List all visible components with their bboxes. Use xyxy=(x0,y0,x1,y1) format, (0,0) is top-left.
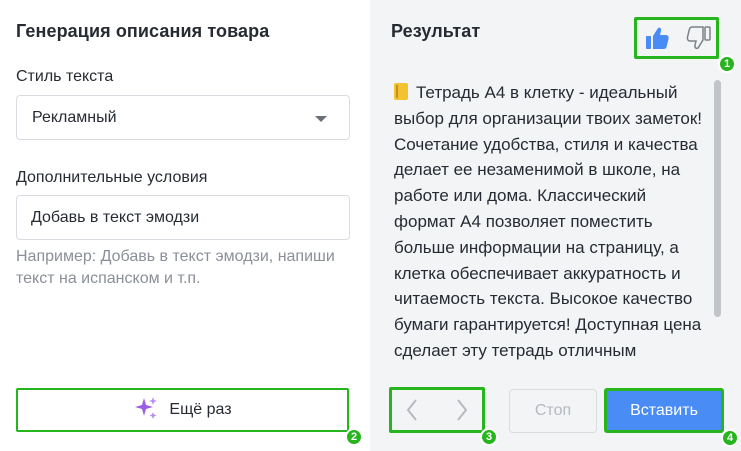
conditions-hint: Например: Добавь в текст эмодзи, напиши … xyxy=(16,248,335,287)
conditions-label: Дополнительные условия xyxy=(16,169,208,186)
notebook-emoji xyxy=(394,83,408,100)
stop-button[interactable]: Стоп xyxy=(509,389,597,433)
chevron-right-icon[interactable] xyxy=(452,397,472,423)
style-label: Стиль текста xyxy=(16,68,114,85)
thumbs-up-icon[interactable] xyxy=(644,25,670,51)
chevron-down-icon xyxy=(315,116,327,122)
result-title: Результат xyxy=(391,21,481,41)
callout-badge-2: 2 xyxy=(345,428,363,446)
style-select[interactable]: Рекламный xyxy=(16,95,350,140)
style-select-value: Рекламный xyxy=(32,109,117,126)
callout-badge-4: 4 xyxy=(721,429,739,447)
result-scrollbar[interactable] xyxy=(713,80,722,366)
sparkles-icon xyxy=(133,395,159,426)
result-panel: Результат 1 Тетрадь А4 в клетку - идеаль… xyxy=(370,0,741,451)
callout-badge-3: 3 xyxy=(480,428,498,446)
thumbs-down-icon[interactable] xyxy=(686,25,712,51)
regenerate-button-label: Ещё раз xyxy=(169,401,232,418)
generation-panel: Генерация описания товара Стиль текста Р… xyxy=(0,0,370,451)
scrollbar-thumb[interactable] xyxy=(714,80,721,317)
callout-badge-1: 1 xyxy=(718,55,736,73)
conditions-input[interactable] xyxy=(16,195,350,240)
result-text: Тетрадь А4 в клетку - идеальный выбор дл… xyxy=(394,83,703,360)
result-text-area: Тетрадь А4 в клетку - идеальный выбор дл… xyxy=(394,80,712,366)
chevron-left-icon[interactable] xyxy=(402,397,422,423)
insert-button[interactable]: Вставить xyxy=(604,388,724,433)
panel-title: Генерация описания товара xyxy=(16,21,270,41)
regenerate-button[interactable]: Ещё раз xyxy=(16,388,349,432)
